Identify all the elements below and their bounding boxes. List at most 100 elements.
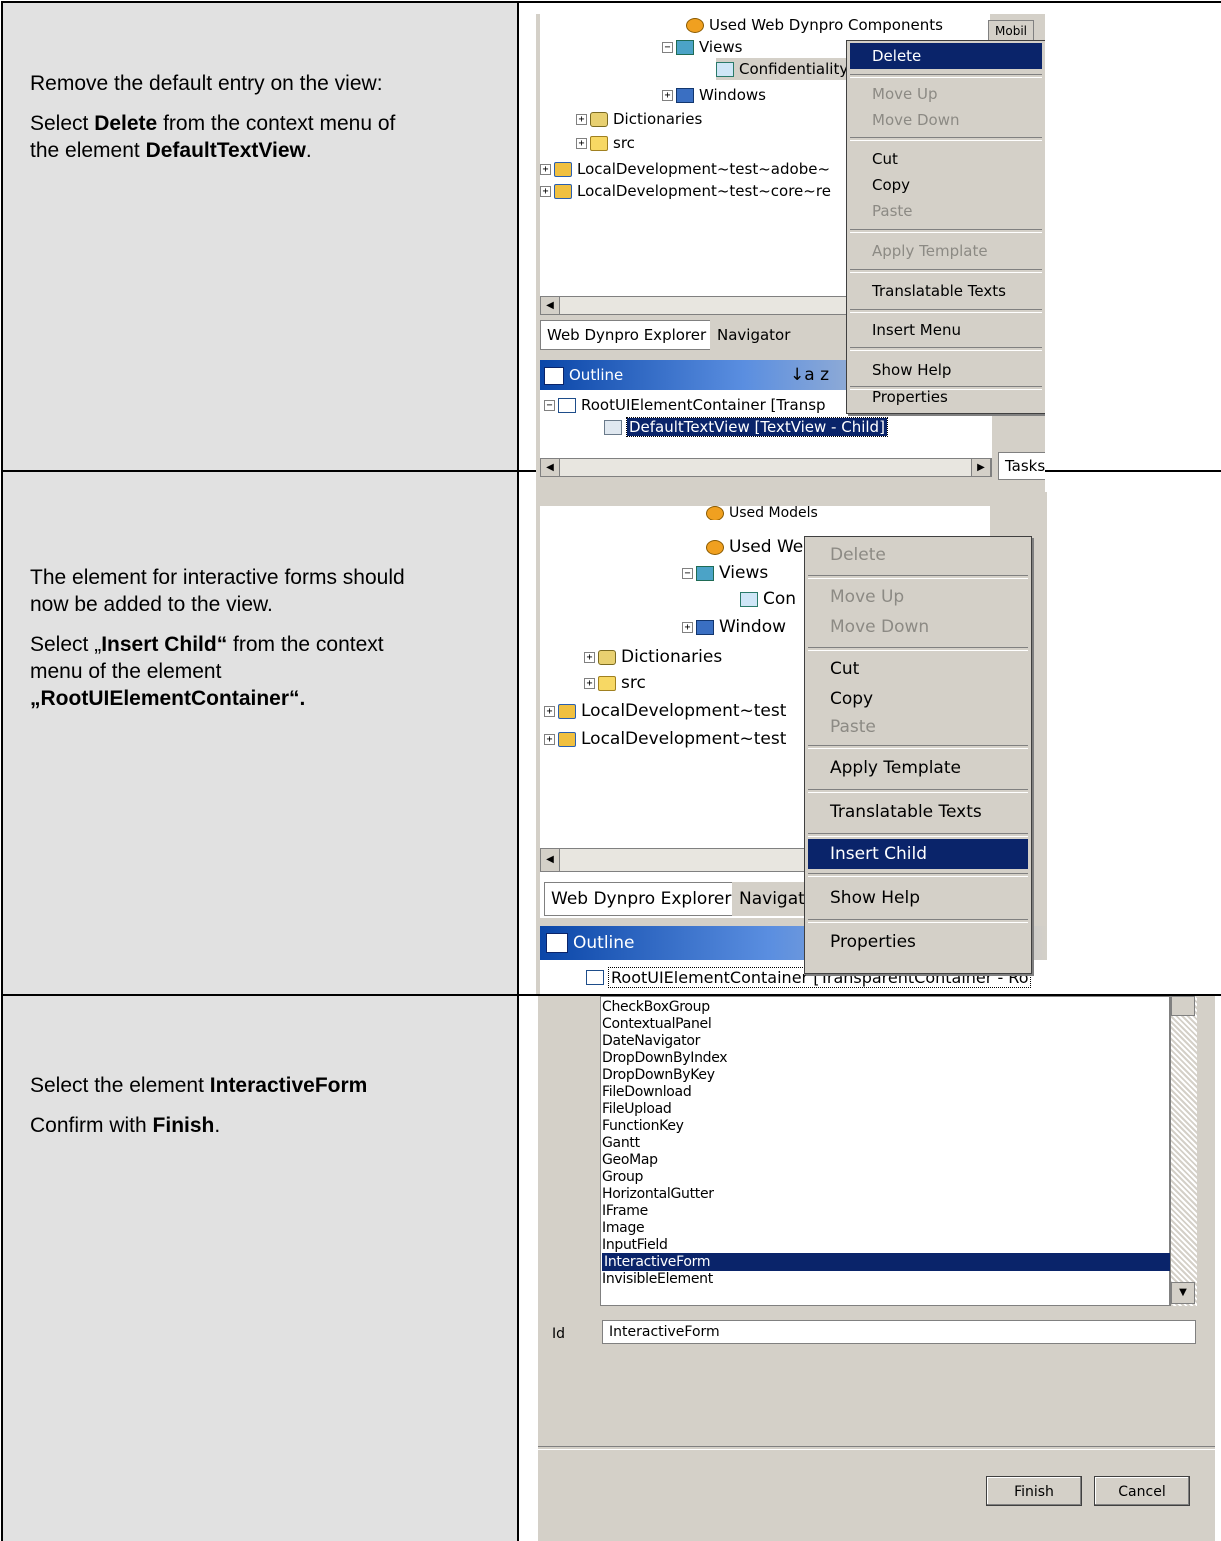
- instr-line: „RootUIElementContainer“.: [30, 687, 306, 710]
- expand-icon[interactable]: +: [576, 137, 587, 149]
- list-item[interactable]: GeoMap: [602, 1151, 658, 1169]
- list-item[interactable]: ContextualPanel: [602, 1015, 712, 1033]
- expand-icon[interactable]: +: [662, 89, 673, 101]
- collapse-icon[interactable]: −: [544, 399, 555, 411]
- view-icon: [716, 61, 734, 77]
- expand-icon[interactable]: +: [540, 185, 551, 197]
- scroll-left-icon[interactable]: ◀: [541, 297, 560, 314]
- context-menu-insert-child: Delete Move Up Move Down Cut Copy Paste …: [804, 536, 1032, 974]
- menu-item-move-down[interactable]: Move Down: [808, 611, 1028, 643]
- menu-item-translatable-texts[interactable]: Translatable Texts: [808, 795, 1028, 829]
- cancel-button[interactable]: Cancel: [1094, 1476, 1190, 1506]
- view-icon: [740, 591, 758, 607]
- tree-node-windows[interactable]: + Windows: [662, 84, 766, 106]
- collapse-icon[interactable]: −: [662, 41, 673, 53]
- expand-icon[interactable]: +: [584, 651, 595, 663]
- menu-separator: [808, 647, 1028, 651]
- menu-item-translatable-texts[interactable]: Translatable Texts: [850, 278, 1042, 304]
- collapse-icon[interactable]: −: [682, 567, 693, 579]
- dictionary-icon: [598, 649, 616, 665]
- project-folder-icon: [558, 703, 576, 719]
- tree-node-src[interactable]: + src: [584, 672, 646, 694]
- menu-item-apply-template[interactable]: Apply Template: [850, 238, 1042, 264]
- tab-web-dynpro-explorer[interactable]: Web Dynpro Explorer: [544, 882, 739, 916]
- menu-item-paste[interactable]: Paste: [808, 711, 1028, 743]
- tree-node-localdev-1[interactable]: + LocalDevelopment~test: [544, 700, 786, 722]
- menu-item-apply-template[interactable]: Apply Template: [808, 751, 1028, 785]
- list-item[interactable]: Image: [602, 1219, 645, 1237]
- tree-node-used-web-dynpro[interactable]: Used We: [706, 536, 803, 558]
- expand-icon[interactable]: +: [584, 677, 595, 689]
- tree-node-used-components[interactable]: Used Web Dynpro Components: [686, 14, 943, 36]
- menu-item-delete[interactable]: Delete: [808, 539, 1028, 571]
- list-vscrollbar[interactable]: ▼: [1170, 996, 1197, 1306]
- menu-item-insert-child[interactable]: Insert Child: [808, 839, 1028, 869]
- menu-item-cut[interactable]: Cut: [808, 653, 1028, 685]
- menu-item-properties[interactable]: Properties: [808, 925, 1028, 959]
- list-item[interactable]: DropDownByKey: [602, 1066, 715, 1084]
- list-item[interactable]: InvisibleElement: [602, 1270, 713, 1288]
- finish-keyword: Finish: [152, 1114, 215, 1137]
- list-item[interactable]: Gantt: [602, 1134, 640, 1152]
- scroll-thumb[interactable]: [1171, 996, 1195, 1016]
- list-item[interactable]: DropDownByIndex: [602, 1049, 728, 1067]
- component-icon: [706, 506, 724, 520]
- row1-instructions: Remove the default entry on the view: Se…: [30, 70, 395, 164]
- outline-hscrollbar[interactable]: ◀ ▶: [540, 458, 992, 477]
- tree-node-windows[interactable]: + Window: [682, 616, 786, 638]
- menu-item-move-up[interactable]: Move Up: [850, 81, 1042, 107]
- list-item[interactable]: CheckBoxGroup: [602, 998, 710, 1016]
- outline-item-defaulttextview[interactable]: DefaultTextView [TextView - Child]: [604, 416, 888, 438]
- tree-node-localdev-adobe[interactable]: + LocalDevelopment~test~adobe~: [540, 158, 830, 180]
- id-input[interactable]: InteractiveForm: [602, 1320, 1196, 1344]
- menu-item-insert-menu[interactable]: Insert Menu: [850, 317, 1042, 343]
- list-item[interactable]: InputField: [602, 1236, 668, 1254]
- outline-item-root[interactable]: − RootUIElementContainer [Transp: [544, 394, 826, 416]
- expand-icon[interactable]: +: [682, 621, 693, 633]
- tree-node-used-models[interactable]: Used Models: [706, 506, 818, 520]
- menu-item-move-up[interactable]: Move Up: [808, 581, 1028, 613]
- menu-item-copy[interactable]: Copy: [850, 172, 1042, 198]
- menu-item-show-help[interactable]: Show Help: [850, 357, 1042, 383]
- menu-item-show-help[interactable]: Show Help: [808, 881, 1028, 915]
- list-item[interactable]: FunctionKey: [602, 1117, 684, 1135]
- tree-node-views[interactable]: − Views: [682, 562, 768, 584]
- tree-node-localdev-core[interactable]: + LocalDevelopment~test~core~re: [540, 180, 831, 202]
- list-item-interactiveform[interactable]: InteractiveForm: [602, 1253, 1172, 1271]
- list-item[interactable]: FileUpload: [602, 1100, 672, 1118]
- tab-navigator[interactable]: Navigator: [710, 320, 798, 350]
- tab-mobile[interactable]: Mobil: [988, 20, 1034, 42]
- finish-button[interactable]: Finish: [986, 1476, 1082, 1506]
- tab-web-dynpro-explorer[interactable]: Web Dynpro Explorer: [540, 320, 714, 350]
- menu-item-cut[interactable]: Cut: [850, 146, 1042, 172]
- tree-node-views[interactable]: − Views: [662, 36, 742, 58]
- list-item[interactable]: FileDownload: [602, 1083, 692, 1101]
- expand-icon[interactable]: +: [544, 733, 555, 745]
- defaulttextview-keyword: DefaultTextView: [145, 139, 306, 162]
- tree-node-dictionaries[interactable]: + Dictionaries: [576, 108, 702, 130]
- menu-item-properties[interactable]: Properties: [850, 384, 1042, 410]
- menu-item-move-down[interactable]: Move Down: [850, 107, 1042, 133]
- scroll-left-icon[interactable]: ◀: [541, 849, 560, 871]
- sort-icon[interactable]: ↓a z: [790, 360, 829, 390]
- row2-instructions: The element for interactive forms should…: [30, 564, 405, 712]
- expand-icon[interactable]: +: [540, 163, 551, 175]
- menu-separator: [850, 309, 1042, 313]
- tree-node-src[interactable]: + src: [576, 132, 635, 154]
- list-item[interactable]: DateNavigator: [602, 1032, 700, 1050]
- scroll-right-icon[interactable]: ▶: [971, 459, 991, 476]
- scroll-left-icon[interactable]: ◀: [541, 459, 560, 476]
- scroll-down-icon[interactable]: ▼: [1171, 1282, 1195, 1304]
- list-item[interactable]: HorizontalGutter: [602, 1185, 714, 1203]
- tree-node-localdev-2[interactable]: + LocalDevelopment~test: [544, 728, 786, 750]
- list-item[interactable]: IFrame: [602, 1202, 648, 1220]
- menu-item-delete[interactable]: Delete: [850, 43, 1042, 69]
- tree-node-dictionaries[interactable]: + Dictionaries: [584, 646, 722, 668]
- list-item[interactable]: Group: [602, 1168, 643, 1186]
- expand-icon[interactable]: +: [544, 705, 555, 717]
- menu-item-paste[interactable]: Paste: [850, 198, 1042, 224]
- tree-node-confidentiality[interactable]: Con: [740, 588, 796, 610]
- expand-icon[interactable]: +: [576, 113, 587, 125]
- tab-tasks[interactable]: Tasks: [998, 452, 1045, 480]
- views-icon: [676, 39, 694, 55]
